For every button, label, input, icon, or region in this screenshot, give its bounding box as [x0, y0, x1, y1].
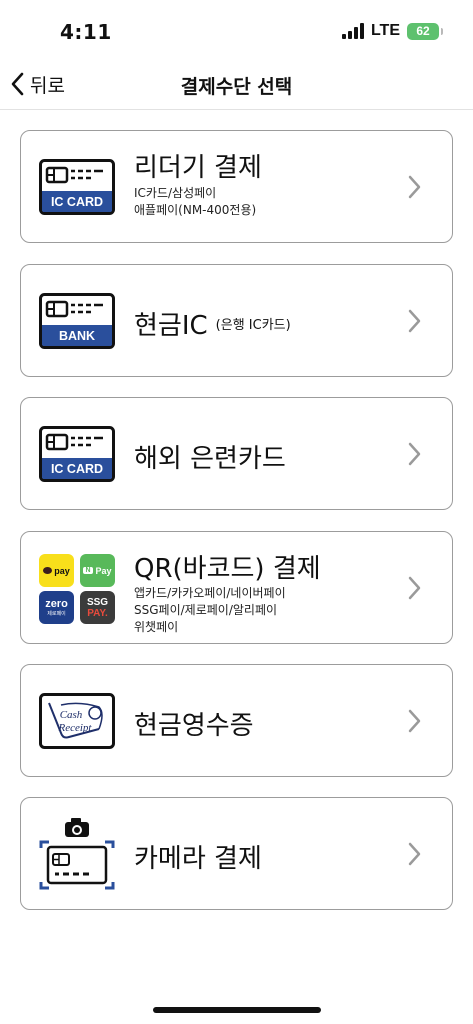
option-title: 해외 은련카드: [134, 444, 286, 474]
option-qr-payment[interactable]: pay N Pay zero 제로페이 SSG PAY. QR(바코드) 결제 앱…: [20, 531, 453, 644]
cash-receipt-label-top: Cash: [60, 709, 83, 721]
battery-icon: 62: [407, 22, 443, 40]
option-title: 현금IC (은행 IC카드): [134, 305, 291, 342]
option-title-text: 현금IC: [134, 311, 208, 341]
option-title: 현금영수증: [134, 711, 254, 741]
kakao-pay-text: pay: [54, 565, 70, 576]
option-subtitle-line-1: 앱카드/카카오페이/네이버페이: [134, 586, 286, 600]
option-subtitle-line-3: 위챗페이: [134, 620, 179, 634]
ssg-pay-logo: SSG PAY.: [80, 591, 115, 624]
kakao-pay-logo: pay: [39, 554, 74, 587]
option-title: QR(바코드) 결제: [134, 554, 321, 584]
option-cash-ic[interactable]: BANK 현금IC (은행 IC카드): [20, 264, 453, 377]
chevron-right-icon: [408, 175, 421, 199]
zero-pay-text: zero: [45, 598, 68, 610]
chevron-right-icon: [408, 576, 421, 600]
naver-pay-logo: N Pay: [80, 554, 115, 587]
option-title: 리더기 결제: [134, 153, 262, 183]
ic-card-icon: IC CARD: [39, 426, 115, 482]
nav-bar: 뒤로 결제수단 선택: [0, 60, 473, 110]
option-subtitle-line-2: 애플페이(NM-400전용): [134, 203, 257, 217]
chevron-right-icon: [408, 709, 421, 733]
option-subtitle-line-2: SSG페이/제로페이/알리페이: [134, 603, 278, 617]
status-bar: 4:11 LTE 62: [0, 0, 473, 60]
chevron-right-icon: [408, 842, 421, 866]
ssg-pay-text: PAY.: [87, 607, 108, 619]
ic-card-label: IC CARD: [51, 462, 103, 476]
status-indicators: LTE 62: [341, 22, 443, 40]
option-cash-receipt[interactable]: Cash Receipt 현금영수증: [20, 664, 453, 777]
page-title: 결제수단 선택: [180, 76, 293, 98]
option-camera-payment[interactable]: 카메라 결제: [20, 797, 453, 910]
naver-pay-text: Pay: [95, 565, 112, 576]
bank-card-icon: BANK: [39, 293, 115, 349]
bank-card-label: BANK: [59, 329, 95, 343]
status-time: 4:11: [60, 20, 112, 44]
option-subtitle-line-1: IC카드/삼성페이: [134, 186, 217, 200]
option-unionpay[interactable]: IC CARD 해외 은련카드: [20, 397, 453, 510]
option-note: (은행 IC카드): [215, 318, 291, 333]
home-indicator[interactable]: [153, 1007, 321, 1013]
zero-pay-logo: zero 제로페이: [39, 591, 74, 624]
camera-card-icon: [39, 818, 115, 890]
chevron-right-icon: [408, 442, 421, 466]
signal-icon: [341, 23, 364, 39]
qr-pay-logos-icon: pay N Pay zero 제로페이 SSG PAY.: [39, 554, 115, 624]
naver-n-mark: N: [83, 567, 93, 574]
zero-pay-subtext: 제로페이: [47, 611, 66, 617]
ssg-text: SSG: [86, 596, 109, 608]
option-title: 카메라 결제: [134, 844, 262, 874]
option-reader-payment[interactable]: IC CARD 리더기 결제 IC카드/삼성페이 애플페이(NM-400전용): [20, 130, 453, 243]
chevron-right-icon: [408, 309, 421, 333]
network-type: LTE: [370, 22, 400, 39]
cash-receipt-label-bottom: Receipt: [58, 722, 93, 734]
ic-card-icon: IC CARD: [39, 159, 115, 215]
ic-card-label: IC CARD: [51, 195, 103, 209]
cash-receipt-icon: Cash Receipt: [39, 693, 115, 749]
battery-level: 62: [416, 24, 430, 38]
